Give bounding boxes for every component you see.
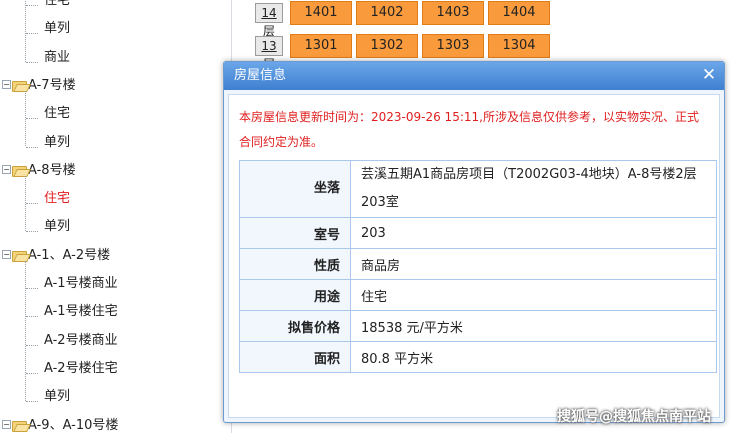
tree-leaf-label: 单列 [44, 219, 71, 235]
tree-leaf-label: A-2号楼住宅 [44, 360, 118, 376]
info-value: 80.8 平方米 [350, 341, 717, 373]
tree-leaf-label: A-2号楼商业 [44, 332, 118, 348]
collapse-icon[interactable]: − [2, 419, 11, 429]
collapse-icon[interactable]: − [2, 164, 11, 174]
floor-row: 13层 1301130213031304 [255, 34, 555, 71]
room-cell[interactable]: 1304 [488, 34, 550, 58]
floor-label[interactable]: 14层 [255, 3, 283, 38]
tree-leaf-label: 住宅 [44, 0, 71, 8]
tree-leaf-label: 商业 [44, 49, 71, 65]
tree-connector [26, 61, 38, 63]
tree-leaf[interactable]: 单列 [44, 216, 70, 238]
folder-icon [12, 164, 27, 177]
building-tree: 住宅 单列 商业 − A-7号楼 住宅 单列 − A-8号楼 住宅 单列 − A-1、A-2号楼 A-1号… [0, 0, 232, 433]
info-label: 坐落 [239, 160, 351, 218]
watermark: 搜狐号@搜狐焦点南平站 [557, 409, 711, 425]
tree-group-label: A-7号楼 [28, 77, 76, 93]
tree-connector [26, 5, 38, 6]
tree-leaf[interactable]: A-2号楼住宅 [44, 358, 118, 380]
tree-leaf-label: A-1号楼商业 [44, 276, 118, 291]
folder-icon [12, 79, 27, 92]
house-info-table: 坐落 芸溪五期A1商品房项目（T2002G03-4地块）A-8号楼2层203室 室号… [239, 160, 717, 373]
info-value: 18538 元/平方米 [350, 310, 717, 342]
floor-label[interactable]: 13层 [255, 36, 283, 71]
tree-group-label: A-8号楼 [28, 162, 76, 178]
info-value: 203 [350, 217, 717, 249]
tree-leaf[interactable]: 住宅 [44, 103, 70, 125]
collapse-icon[interactable]: − [2, 79, 11, 89]
tree-leaf[interactable]: 单列 [44, 132, 70, 154]
tree-group[interactable]: − A-7号楼 [2, 75, 76, 97]
tree-leaf[interactable]: 单列 [44, 18, 70, 40]
room-cell[interactable]: 1303 [422, 34, 484, 58]
room-cell[interactable]: 1402 [356, 1, 418, 25]
tree-connector [26, 288, 38, 289]
info-value: 芸溪五期A1商品房项目（T2002G03-4地块）A-8号楼2层203室 [350, 160, 717, 218]
info-row: 面积 80.8 平方米 [239, 341, 717, 373]
tree-leaf[interactable]: A-2号楼商业 [44, 330, 118, 352]
tree-leaf[interactable]: 住宅 [44, 188, 70, 210]
dialog-body: 本房屋信息更新时间为：2023-09-26 15:11,所涉及信息仅供参考，以实… [228, 94, 720, 418]
tree-connector [26, 146, 38, 148]
folder-icon [12, 249, 27, 262]
tree-group-label: A-1、A-2号楼 [28, 247, 111, 263]
room-cell[interactable]: 1302 [356, 34, 418, 58]
tree-connector [26, 33, 38, 35]
tree-connector [26, 203, 38, 205]
tree-leaf[interactable]: A-1号楼商业 [44, 273, 118, 295]
folder-icon [12, 419, 27, 432]
info-row: 室号 203 [239, 217, 717, 249]
tree-connector [26, 118, 38, 120]
collapse-icon[interactable]: − [2, 249, 11, 259]
house-info-dialog: 房屋信息 ✕ 本房屋信息更新时间为：2023-09-26 15:11,所涉及信息… [223, 61, 725, 423]
info-label: 面积 [239, 341, 351, 373]
info-row: 用途 住宅 [239, 279, 717, 311]
tree-leaf-label: A-1号楼住宅 [44, 304, 118, 320]
tree-leaf-label: 住宅 [44, 191, 71, 207]
update-notice: 本房屋信息更新时间为：2023-09-26 15:11,所涉及信息仅供参考，以实… [239, 110, 699, 149]
tree-leaf-label: 单列 [44, 134, 71, 150]
info-label: 拟售价格 [239, 310, 351, 342]
room-cell[interactable]: 1403 [422, 1, 484, 25]
tree-leaf[interactable]: 住宅 [44, 0, 70, 12]
close-icon[interactable]: ✕ [700, 67, 718, 85]
tree-connector [25, 260, 26, 402]
info-label: 室号 [239, 217, 351, 249]
tree-connector [25, 175, 26, 232]
tree-leaf-label: 单列 [44, 21, 71, 37]
dialog-header[interactable]: 房屋信息 ✕ [224, 62, 724, 90]
tree-group[interactable]: − A-8号楼 [2, 160, 76, 182]
info-row: 性质 商品房 [239, 248, 717, 280]
tree-connector [26, 372, 38, 374]
floor-row: 14层 1401 1402 1403 1404 [255, 1, 555, 38]
tree-leaf[interactable]: 单列 [44, 386, 70, 408]
tree-connector [26, 316, 38, 318]
tree-connector [25, 0, 26, 62]
tree-connector [25, 90, 26, 147]
tree-connector [26, 344, 38, 346]
tree-leaf-label: 住宅 [44, 106, 71, 122]
info-row: 坐落 芸溪五期A1商品房项目（T2002G03-4地块）A-8号楼2层203室 [239, 160, 717, 218]
tree-group-label: A-9、A-10号楼 [28, 417, 119, 433]
tree-leaf[interactable]: A-1号楼住宅 [44, 301, 118, 323]
info-label: 用途 [239, 279, 351, 311]
room-cell[interactable]: 1401 [290, 1, 352, 25]
tree-connector [26, 401, 38, 403]
info-value: 商品房 [350, 248, 717, 280]
tree-leaf-label: 单列 [44, 389, 71, 405]
info-row: 拟售价格 18538 元/平方米 [239, 310, 717, 342]
info-label: 性质 [239, 248, 351, 280]
tree-group[interactable]: − A-9、A-10号楼 [2, 415, 118, 433]
room-cell[interactable]: 1301 [290, 34, 352, 58]
tree-group[interactable]: − A-1、A-2号楼 [2, 245, 110, 267]
info-value: 住宅 [350, 279, 717, 311]
tree-leaf[interactable]: 商业 [44, 47, 70, 69]
dialog-title: 房屋信息 [234, 68, 287, 83]
room-cell[interactable]: 1404 [488, 1, 550, 25]
tree-connector [26, 231, 38, 233]
